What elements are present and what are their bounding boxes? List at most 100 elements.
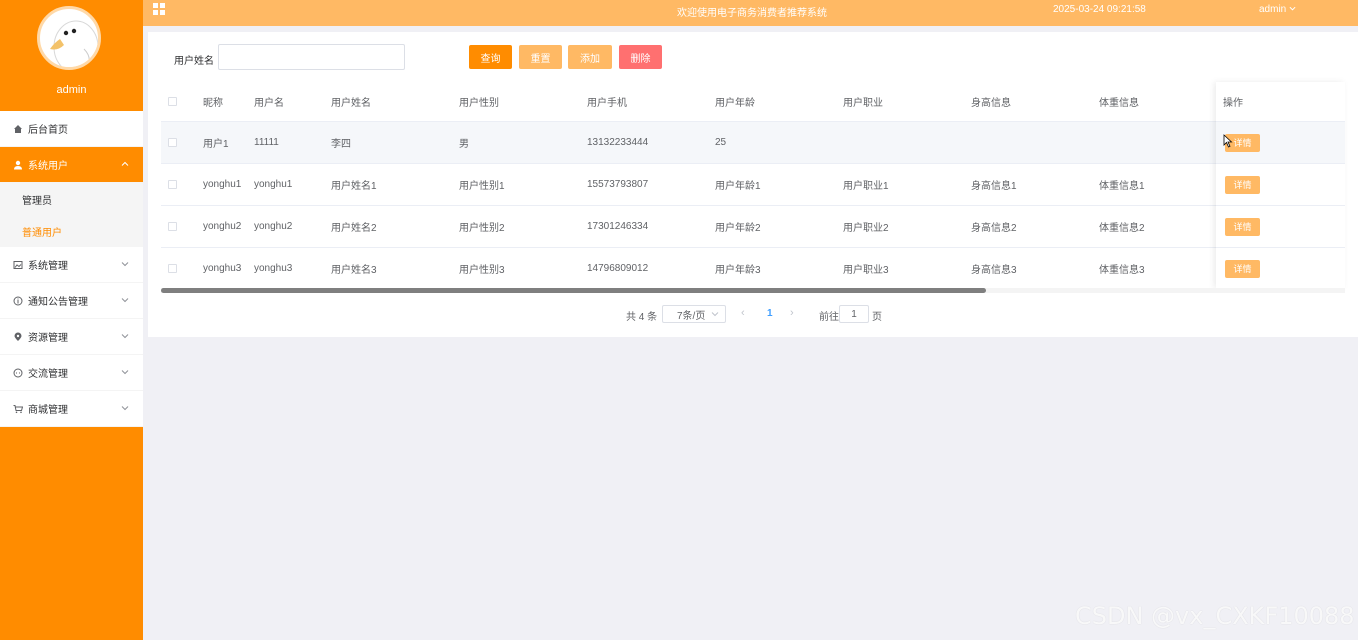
table-cell: 用户姓名2: [331, 223, 377, 234]
table-row[interactable]: yonghu1 yonghu1 用户姓名1 用户性别1 15573793807 …: [161, 164, 1345, 206]
page-size-value: 7条/页: [677, 310, 706, 322]
table-cell: 用户年龄2: [715, 223, 761, 234]
page-size-select[interactable]: 7条/页: [662, 305, 726, 323]
table-cell: 用户年龄3: [715, 265, 761, 276]
duck-avatar-icon: [50, 20, 98, 67]
table-row[interactable]: 用户1 11111 李四 男 13132233444 25: [161, 122, 1345, 164]
table-cell: 14796809012: [587, 263, 649, 274]
next-page-button[interactable]: ›: [790, 307, 794, 319]
submenu-item-regular-users[interactable]: 普通用户: [0, 215, 143, 247]
horizontal-scrollbar[interactable]: [161, 288, 1345, 293]
table-cell: 用户姓名1: [331, 181, 377, 192]
menu-item-system-users[interactable]: 系统用户: [0, 147, 143, 183]
table-cell: 体重信息1: [1099, 181, 1145, 192]
page-unit-label: 页: [872, 312, 882, 323]
column-header[interactable]: 用户职业: [843, 82, 883, 121]
watermark: CSDN @vx_CXKF10088: [1075, 602, 1355, 630]
chevron-down-icon: [711, 312, 719, 317]
table-cell: 体重信息3: [1099, 265, 1145, 276]
scrollbar-thumb[interactable]: [161, 288, 986, 293]
user-dropdown[interactable]: admin: [1259, 4, 1296, 15]
select-all-checkbox[interactable]: [168, 97, 177, 106]
column-header[interactable]: 身高信息: [971, 82, 1011, 121]
prev-page-button[interactable]: ‹: [741, 307, 745, 319]
detail-button[interactable]: 详情: [1225, 175, 1260, 194]
table-cell: 身高信息2: [971, 223, 1017, 234]
submenu-item-admins[interactable]: 管理员: [0, 183, 143, 215]
column-header[interactable]: 用户性别: [459, 82, 499, 121]
table-cell: 体重信息2: [1099, 223, 1145, 234]
menu-item-label: 资源管理: [28, 333, 68, 344]
chevron-down-icon: [121, 406, 129, 411]
table-cell: 用户职业2: [843, 223, 889, 234]
menu-item-dashboard[interactable]: 后台首页: [0, 111, 143, 147]
image-icon: [12, 259, 24, 271]
table-cell: 用户职业3: [843, 265, 889, 276]
location-icon: [12, 331, 24, 343]
chat-icon: [12, 367, 24, 379]
table-cell: 用户年龄1: [715, 181, 761, 192]
column-header[interactable]: 用户姓名: [331, 82, 371, 121]
search-label: 用户姓名: [174, 56, 214, 67]
goto-page-input[interactable]: 1: [839, 305, 869, 323]
system-users-submenu: 管理员 普通用户: [0, 183, 143, 247]
table-cell: yonghu1: [254, 179, 293, 190]
table-row[interactable]: yonghu3 yonghu3 用户姓名3 用户性别3 14796809012 …: [161, 248, 1345, 290]
sidebar-username: admin: [56, 84, 87, 96]
add-button[interactable]: 添加: [568, 45, 612, 69]
table-cell: yonghu2: [254, 221, 293, 232]
action-cell: 详情: [1216, 206, 1345, 248]
table-cell: 用户1: [203, 139, 229, 150]
action-column: 操作 详情 详情 详情 详情: [1216, 82, 1345, 290]
menu-item-label: 后台首页: [28, 125, 68, 136]
top-header: 欢迎使用电子商务消费者推荐系统 2025-03-24 09:21:58 admi…: [143, 0, 1358, 26]
row-checkbox[interactable]: [168, 180, 177, 189]
menu-item-communication-management[interactable]: 交流管理: [0, 355, 143, 391]
page-number[interactable]: 1: [767, 308, 773, 319]
table-cell: 身高信息3: [971, 265, 1017, 276]
row-checkbox[interactable]: [168, 222, 177, 231]
detail-button[interactable]: 详情: [1225, 259, 1260, 278]
cart-icon: [12, 403, 24, 415]
content-card: 用户姓名 查询 重置 添加 删除 昵称 用户名 用户姓名 用户性别 用户手机 用…: [148, 32, 1358, 337]
menu-item-resource-management[interactable]: 资源管理: [0, 319, 143, 355]
info-icon: [12, 295, 24, 307]
chevron-down-icon: [121, 298, 129, 303]
column-header[interactable]: 用户手机: [587, 82, 627, 121]
table-cell: 男: [459, 139, 469, 150]
menu-item-label: 交流管理: [28, 369, 68, 380]
column-header[interactable]: 体重信息: [1099, 82, 1139, 121]
avatar[interactable]: [37, 6, 101, 70]
menu-item-system-management[interactable]: 系统管理: [0, 247, 143, 283]
table-cell: 用户性别1: [459, 181, 505, 192]
row-checkbox[interactable]: [168, 138, 177, 147]
table-cell: 李四: [331, 139, 351, 150]
mouse-cursor-icon: [1223, 134, 1233, 148]
table-cell: 25: [715, 137, 727, 148]
menu-item-label: 商城管理: [28, 405, 68, 416]
pagination: 共 4 条 7条/页 ‹ 1 › 前往 1 页: [148, 304, 1358, 324]
header-username: admin: [1259, 4, 1287, 15]
chevron-down-icon: [121, 370, 129, 375]
table-cell: 身高信息1: [971, 181, 1017, 192]
action-cell: 详情: [1216, 164, 1345, 206]
column-header[interactable]: 昵称: [203, 82, 223, 121]
menu-item-notice-management[interactable]: 通知公告管理: [0, 283, 143, 319]
home-icon: [12, 123, 24, 135]
reset-button[interactable]: 重置: [519, 45, 562, 69]
column-header[interactable]: 用户名: [254, 82, 284, 121]
row-checkbox[interactable]: [168, 264, 177, 273]
column-header[interactable]: 用户年龄: [715, 82, 755, 121]
query-button[interactable]: 查询: [469, 45, 512, 69]
detail-button[interactable]: 详情: [1225, 217, 1260, 236]
table-cell: 用户职业1: [843, 181, 889, 192]
total-count: 共 4 条: [626, 312, 658, 323]
table-row[interactable]: yonghu2 yonghu2 用户姓名2 用户性别2 17301246334 …: [161, 206, 1345, 248]
table-cell: yonghu1: [203, 179, 242, 190]
username-search-input[interactable]: [218, 44, 405, 70]
menu-item-mall-management[interactable]: 商城管理: [0, 391, 143, 427]
goto-label: 前往: [819, 312, 839, 323]
grid-menu-icon[interactable]: [152, 2, 166, 16]
chevron-down-icon: [121, 262, 129, 267]
delete-button[interactable]: 删除: [619, 45, 662, 69]
